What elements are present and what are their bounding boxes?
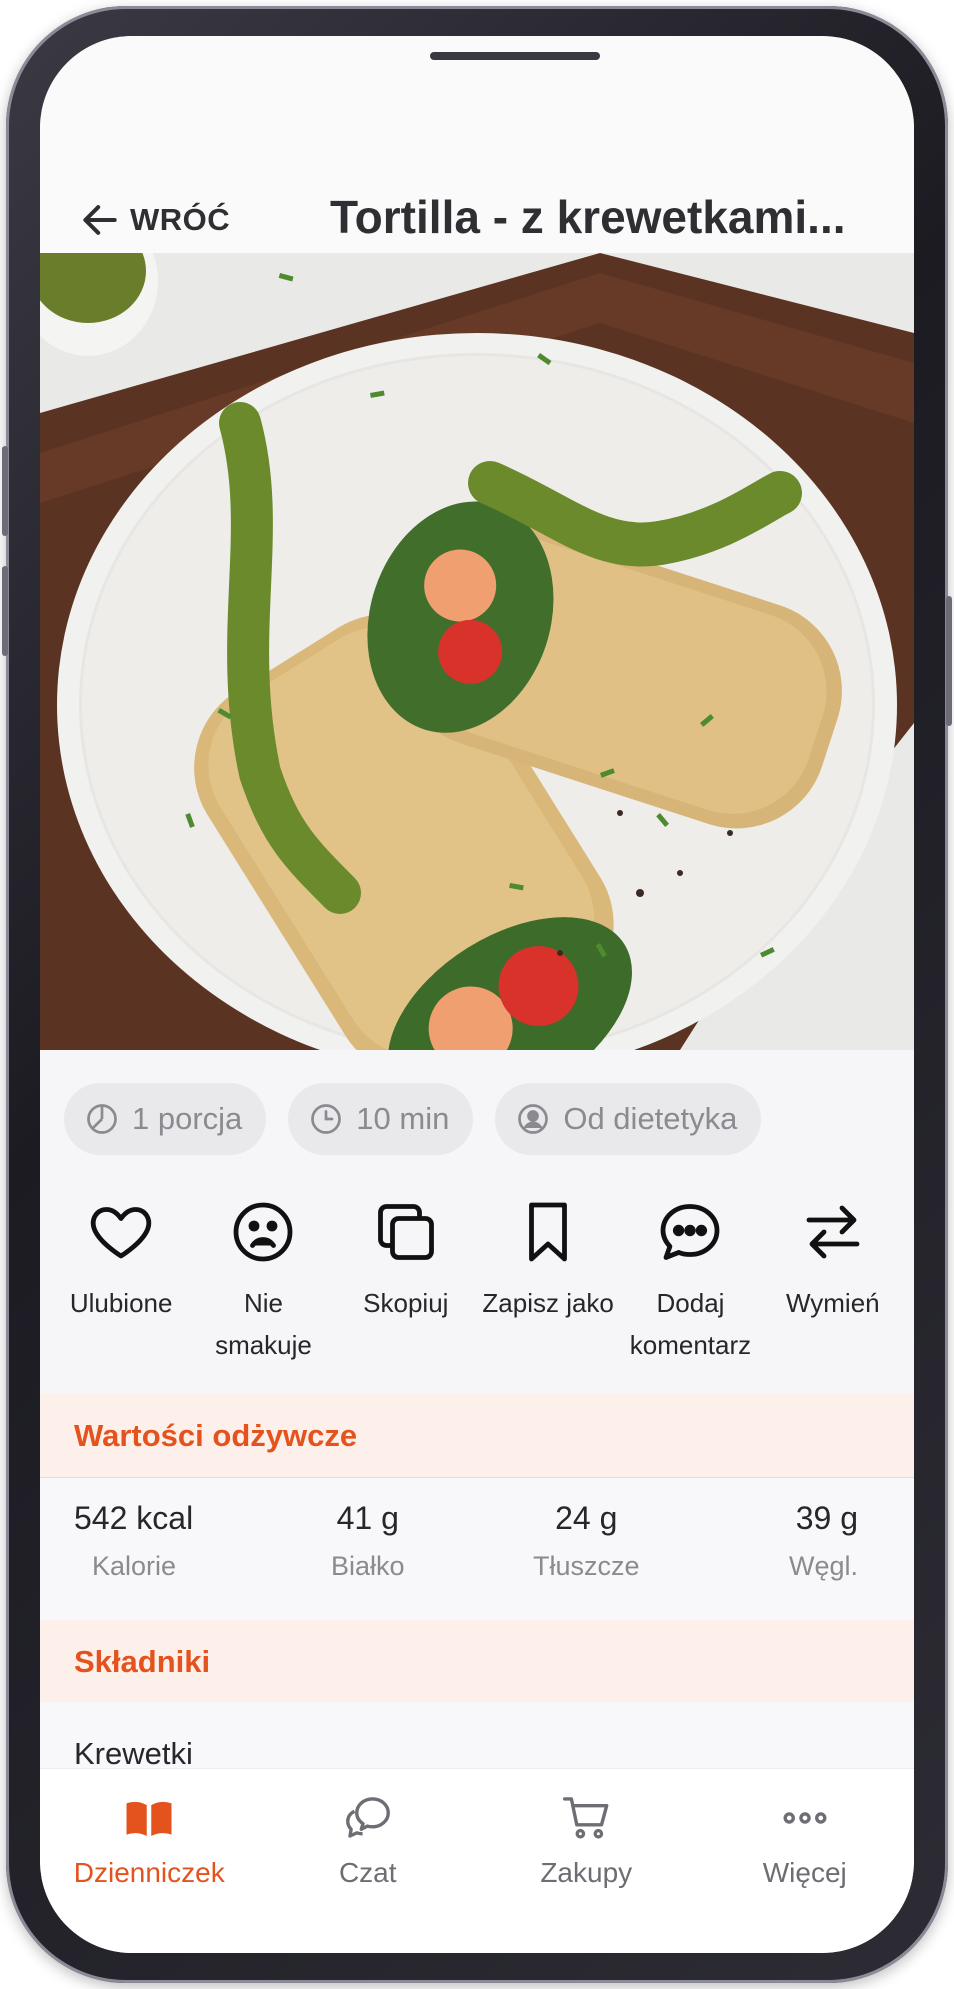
recipe-photo [40,253,914,1050]
nav-shopping[interactable]: Zakupy [477,1769,696,1953]
nutrition-label: Węgl. [788,1551,858,1581]
recipe-meta-chips: 1 porcja 10 min Od dietetyka [64,1083,762,1155]
nutrition-title: Wartości odżywcze [74,1417,358,1453]
nav-chat[interactable]: Czat [259,1769,478,1953]
comment-icon [661,1204,720,1260]
action-label: Ulubione [69,1288,173,1318]
nutrition-item-fat: 24 g Tłuszcze [477,1478,696,1620]
back-button[interactable]: WRÓĆ [78,198,230,242]
chat-icon [345,1797,390,1838]
nutrition-label: Tłuszcze [532,1551,640,1581]
ingredients-section-header: Składniki [40,1620,914,1704]
ingredient-item[interactable]: Krewetki [74,1736,193,1772]
copy-button[interactable]: Skopiuj [337,1196,475,1386]
speaker-notch [430,52,600,60]
chip-label: 10 min [356,1101,450,1136]
app-screen: WRÓĆ Tortilla - z krewetkami... 1 porcja… [40,36,914,1953]
clock-icon [311,1104,342,1134]
chip-label: Od dietetyka [563,1101,738,1136]
nav-label: Więcej [762,1857,847,1888]
more-icon [783,1812,827,1824]
recipe-actions: Ulubione Nie smakuje Skopiuj Zapisz jako… [40,1196,914,1386]
swap-button[interactable]: Wymień [764,1196,902,1386]
chip-portion: 1 porcja [64,1083,267,1155]
recipe-photo-illustration [40,253,914,1050]
swap-icon [806,1205,860,1259]
sad-face-icon [234,1202,293,1262]
page-title: Tortilla - z krewetkami... [330,191,846,243]
nutrition-value: 39 g [795,1500,858,1536]
action-label: Nie smakuje [215,1288,312,1360]
favorite-button[interactable]: Ulubione [52,1196,190,1386]
bottom-navigation: Dzienniczek Czat Zakupy Więcej [40,1768,914,1953]
portion-icon [87,1104,117,1134]
copy-icon [377,1204,434,1260]
add-comment-button[interactable]: Dodaj komentarz [621,1196,759,1386]
side-button [2,566,8,656]
dislike-button[interactable]: Nie smakuje [194,1196,332,1386]
nav-more[interactable]: Więcej [696,1769,915,1953]
chip-label: 1 porcja [132,1101,243,1136]
nutrition-item-calories: 542 kcal Kalorie [40,1478,259,1620]
book-icon [126,1801,172,1836]
action-label: Dodaj komentarz [629,1288,752,1360]
cart-icon [563,1797,609,1839]
nav-label: Czat [338,1857,397,1888]
nav-label: Zakupy [540,1857,633,1888]
save-as-button[interactable]: Zapisz jako [479,1196,617,1386]
action-label: Wymień [785,1288,880,1318]
nutrition-value: 41 g [336,1500,399,1536]
nutrition-label: Białko [330,1551,405,1581]
nav-label: Dzienniczek [73,1857,225,1888]
nutrition-item-carbs: 39 g Węgl. [696,1478,915,1620]
side-button [946,596,952,726]
action-label: Zapisz jako [482,1288,614,1318]
nav-diary[interactable]: Dzienniczek [40,1769,259,1953]
action-label: Skopiuj [363,1288,449,1318]
nutrition-value: 542 kcal [74,1500,194,1536]
nutrition-item-protein: 41 g Białko [259,1478,478,1620]
arrow-left-icon [83,205,117,235]
back-label: WRÓĆ [130,202,231,237]
nutrition-section-header: Wartości odżywcze [40,1394,914,1478]
dietitian-icon [518,1104,549,1134]
nutrition-values: 542 kcal Kalorie 41 g Białko 24 g Tłuszc… [40,1478,914,1620]
status-bar [40,36,914,116]
nutrition-value: 24 g [555,1500,618,1536]
heart-icon [91,1207,152,1259]
ingredients-title: Składniki [74,1643,211,1679]
chip-time: 10 min [288,1083,474,1155]
nutrition-label: Kalorie [92,1551,177,1581]
side-button [2,446,8,536]
bookmark-icon [529,1202,568,1262]
chip-author: Od dietetyka [495,1083,762,1155]
